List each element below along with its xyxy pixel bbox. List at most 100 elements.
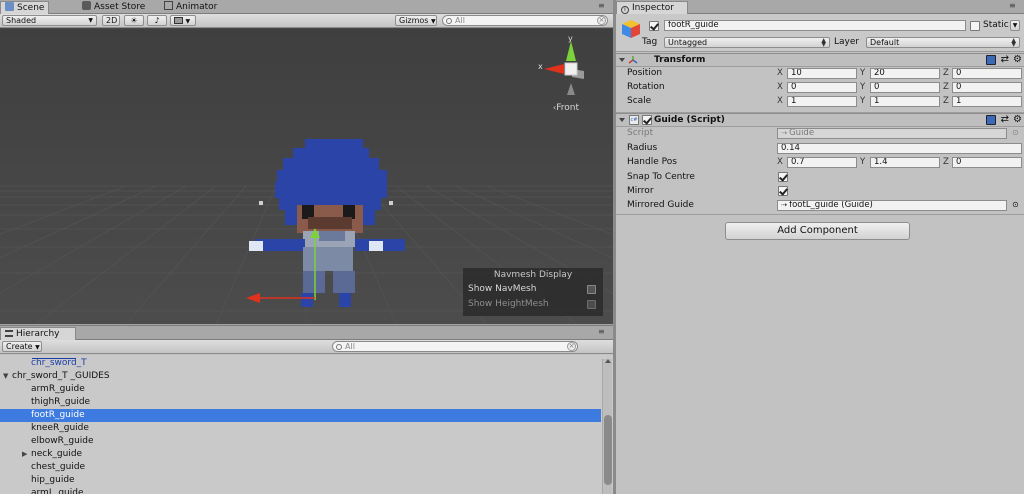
transform-header[interactable]: Transform ⇄ ⚙ — [616, 53, 1024, 67]
object-name-input[interactable]: footR_guide — [664, 20, 966, 31]
create-dropdown[interactable]: Create ▼ — [2, 341, 42, 352]
show-navmesh-checkbox[interactable] — [587, 285, 596, 294]
settings-gear-icon[interactable]: ⇄ — [1001, 114, 1009, 125]
hierarchy-item[interactable]: ▶ neck_guide — [0, 448, 601, 461]
scene-audio-button[interactable]: ♪ — [147, 15, 167, 26]
tab-scene-label: Scene — [17, 3, 45, 13]
scene-search-input[interactable]: All — [442, 15, 608, 26]
hierarchy-item[interactable]: footR_guide — [0, 409, 601, 422]
move-gizmo[interactable] — [240, 224, 360, 314]
fold-open-icon[interactable] — [619, 58, 625, 62]
axis-y-label: Y — [860, 82, 866, 92]
hierarchy-item[interactable]: armL_guide — [0, 487, 601, 494]
scene-effects-button[interactable]: ▼ — [170, 15, 196, 26]
scene-menu-icon[interactable]: ≡ — [598, 2, 607, 11]
axis-y-label: Y — [860, 96, 866, 106]
add-component-button[interactable]: Add Component — [725, 222, 910, 240]
mirrored-guide-label: Mirrored Guide — [627, 200, 694, 210]
script-icon: c# — [629, 115, 639, 125]
scale-y-input[interactable]: 1 — [870, 96, 940, 107]
guide-script-header[interactable]: c# Guide (Script) ⇄ ⚙ — [616, 113, 1024, 127]
hierarchy-search-clear-icon[interactable]: × — [567, 342, 576, 351]
hierarchy-item-label: chr_sword_T _GUIDES — [12, 371, 110, 381]
hierarchy-item-label: armL_guide — [31, 488, 84, 494]
hierarchy-menu-icon[interactable]: ≡ — [598, 328, 607, 337]
hierarchy-item[interactable]: chr_sword_T — [0, 357, 601, 370]
hierarchy-search-input[interactable]: All — [332, 341, 578, 352]
tag-dropdown[interactable]: Untagged ▲ ▼ — [664, 37, 830, 48]
hierarchy-item[interactable]: kneeR_guide — [0, 422, 601, 435]
expand-closed-icon[interactable]: ▶ — [22, 448, 27, 461]
axis-x-label: X — [777, 96, 783, 106]
script-field: ⇢ Guide — [777, 128, 1007, 139]
orientation-gizmo[interactable] — [536, 35, 606, 105]
handle-pos-z-input[interactable]: 0 — [952, 157, 1022, 168]
context-gear-icon[interactable]: ⚙ — [1013, 114, 1022, 125]
guide-enabled-checkbox[interactable] — [642, 115, 652, 125]
scene-viewport[interactable]: y x ‹Front Navmesh Display Show NavMesh … — [0, 29, 613, 324]
tab-scene[interactable]: Scene — [0, 1, 50, 14]
navmesh-title: Navmesh Display — [493, 270, 573, 280]
image-icon — [174, 17, 183, 24]
scene-lighting-button[interactable]: ☀ — [124, 15, 144, 26]
layer-dropdown[interactable]: Default ▲ ▼ — [866, 37, 1020, 48]
scale-x-input[interactable]: 1 — [787, 96, 857, 107]
mirror-checkbox[interactable] — [778, 186, 788, 196]
gizmo-y-label: y — [568, 34, 573, 43]
hierarchy-item[interactable]: chest_guide — [0, 461, 601, 474]
axis-x-label: X — [777, 157, 783, 167]
hierarchy-item[interactable]: ▼ chr_sword_T _GUIDES — [0, 370, 601, 383]
hierarchy-item[interactable]: elbowR_guide — [0, 435, 601, 448]
help-book-icon[interactable] — [986, 115, 996, 125]
scroll-up-icon[interactable] — [605, 359, 611, 363]
hierarchy-panel: Hierarchy ≡ Create ▼ All × chr_sword_T ▼ c… — [0, 325, 613, 494]
mirrored-guide-field[interactable]: ⇢ footL_guide (Guide) — [777, 200, 1007, 211]
tab-inspector[interactable]: i Inspector — [616, 1, 688, 14]
axis-z-label: Z — [943, 82, 949, 92]
scene-search-clear-icon[interactable]: × — [597, 16, 606, 25]
tab-asset-store[interactable]: Asset Store — [78, 1, 149, 14]
position-z-input[interactable]: 0 — [952, 68, 1022, 79]
hierarchy-scrollbar[interactable] — [602, 359, 612, 494]
axis-z-label: Z — [943, 96, 949, 106]
info-icon: i — [621, 6, 629, 14]
position-y-input[interactable]: 20 — [870, 68, 940, 79]
rotation-y-input[interactable]: 0 — [870, 82, 940, 93]
static-dropdown[interactable]: ▼ — [1010, 20, 1020, 31]
gizmos-dropdown[interactable]: Gizmos ▼ — [395, 15, 437, 26]
rotation-z-input[interactable]: 0 — [952, 82, 1022, 93]
scrollbar-thumb[interactable] — [604, 415, 612, 485]
inspector-menu-icon[interactable]: ≡ — [1009, 2, 1018, 11]
position-x-input[interactable]: 10 — [787, 68, 857, 79]
show-heightmesh-checkbox[interactable] — [587, 300, 596, 309]
handle-pos-x-input[interactable]: 0.7 — [787, 157, 857, 168]
hierarchy-item-label: footR_guide — [31, 410, 85, 420]
hierarchy-item-label: neck_guide — [31, 449, 83, 459]
rotation-x-input[interactable]: 0 — [787, 82, 857, 93]
scene-icon — [5, 2, 14, 11]
settings-gear-icon[interactable]: ⇄ — [1001, 54, 1009, 65]
scale-z-input[interactable]: 1 — [952, 96, 1022, 107]
mirrored-guide-value: footL_guide (Guide) — [789, 200, 873, 210]
fold-open-icon[interactable] — [619, 118, 625, 122]
hierarchy-item[interactable]: hip_guide — [0, 474, 601, 487]
object-picker-icon[interactable]: ⊙ — [1012, 200, 1019, 209]
active-checkbox[interactable] — [649, 21, 659, 31]
handle-pos-y-input[interactable]: 1.4 — [870, 157, 940, 168]
help-book-icon[interactable] — [986, 55, 996, 65]
snap-to-centre-checkbox[interactable] — [778, 172, 788, 182]
tab-asset-store-label: Asset Store — [94, 2, 146, 12]
radius-input[interactable]: 0.14 — [777, 143, 1022, 154]
expand-open-icon[interactable]: ▼ — [3, 370, 8, 383]
tab-animator[interactable]: Animator — [160, 1, 221, 14]
static-checkbox[interactable] — [970, 21, 980, 31]
draw-mode-dropdown[interactable]: Shaded ▼ — [2, 15, 97, 26]
toggle-2d-button[interactable]: 2D — [102, 15, 120, 26]
context-gear-icon[interactable]: ⚙ — [1013, 54, 1022, 65]
tag-value: Untagged — [668, 38, 708, 47]
tab-hierarchy[interactable]: Hierarchy — [0, 327, 76, 340]
radius-label: Radius — [627, 143, 658, 153]
hierarchy-item[interactable]: armR_guide — [0, 383, 601, 396]
tag-label: Tag — [642, 37, 658, 47]
hierarchy-item[interactable]: thighR_guide — [0, 396, 601, 409]
